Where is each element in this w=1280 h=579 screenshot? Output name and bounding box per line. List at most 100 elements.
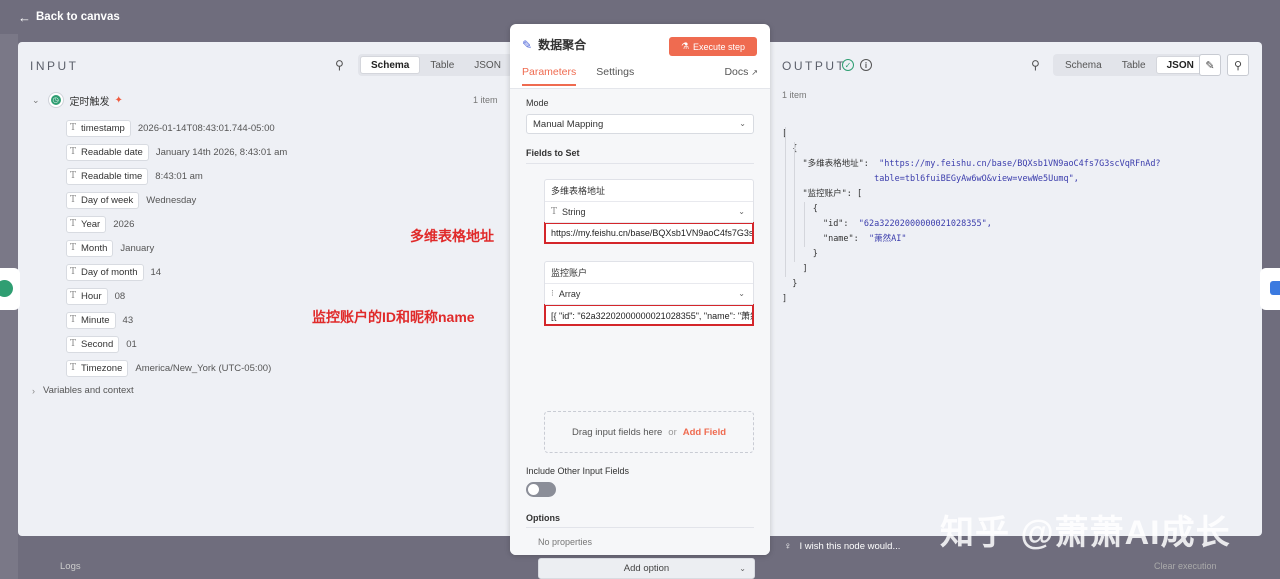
mode-value: Manual Mapping bbox=[533, 118, 604, 130]
field-1-type-select[interactable]: T String ⌄ bbox=[545, 202, 753, 223]
add-option-button[interactable]: Add option ⌄ bbox=[538, 558, 755, 579]
drop-fields-zone[interactable]: Drag input fields here or Add Field bbox=[544, 411, 754, 453]
pin-data-button[interactable]: ⚲ bbox=[1227, 54, 1249, 76]
json-value-id: "62a32202000000021028355", bbox=[858, 219, 992, 229]
mode-select[interactable]: Manual Mapping ⌄ bbox=[526, 114, 754, 134]
output-title: OUTPUT bbox=[782, 59, 847, 73]
json-value-table-url: "https://my.feishu.cn/base/BQXsb1VN9aoC4… bbox=[879, 159, 1161, 169]
mode-label: Mode bbox=[526, 98, 549, 108]
chevron-down-icon[interactable]: ⌄ bbox=[32, 95, 40, 106]
input-field-row[interactable]: T Second 01 bbox=[66, 332, 287, 356]
tab-table[interactable]: Table bbox=[420, 56, 464, 74]
node-title-text: 数据聚合 bbox=[538, 38, 587, 52]
field-key[interactable]: T Day of week bbox=[66, 191, 140, 209]
external-link-icon: ↗ bbox=[751, 68, 758, 77]
divider bbox=[526, 163, 754, 164]
field-key-label: Hour bbox=[81, 290, 102, 302]
info-icon[interactable]: i bbox=[860, 59, 872, 71]
string-type-icon: T bbox=[70, 171, 77, 181]
variables-label: Variables and context bbox=[43, 385, 134, 396]
field-value: 2026-01-14T08:43:01.744-05:00 bbox=[137, 122, 275, 134]
execute-label: Execute step bbox=[693, 41, 746, 52]
left-node-connector[interactable] bbox=[0, 268, 20, 310]
search-icon[interactable]: ⚲ bbox=[1031, 58, 1040, 72]
trigger-node-row[interactable]: ⌄ ◷ 定时触发 ✦ bbox=[32, 92, 123, 108]
pencil-icon: ✎ bbox=[522, 37, 533, 52]
input-field-row[interactable]: T Hour 08 bbox=[66, 284, 287, 308]
field-2-name[interactable]: 监控账户 bbox=[545, 262, 753, 284]
field-key[interactable]: T Readable time bbox=[66, 167, 149, 185]
json-brace: } bbox=[812, 249, 818, 259]
search-icon[interactable]: ⚲ bbox=[335, 58, 344, 72]
divider bbox=[526, 527, 754, 528]
string-type-icon: T bbox=[70, 219, 77, 229]
variables-and-context[interactable]: › Variables and context bbox=[32, 385, 134, 396]
tab-json[interactable]: JSON bbox=[464, 56, 511, 74]
string-type-icon: T bbox=[551, 207, 558, 217]
input-field-row[interactable]: T Minute 43 bbox=[66, 308, 287, 332]
input-field-row[interactable]: T Day of month 14 bbox=[66, 260, 287, 284]
docs-link[interactable]: Docs ↗ bbox=[724, 66, 758, 78]
field-key[interactable]: T Hour bbox=[66, 287, 108, 305]
clock-icon bbox=[0, 280, 13, 297]
field-key[interactable]: T Minute bbox=[66, 311, 116, 329]
clear-execution-button[interactable]: Clear execution bbox=[1154, 561, 1217, 571]
docs-label: Docs bbox=[724, 66, 749, 78]
bolt-icon: ✦ bbox=[114, 94, 123, 106]
field-key-label: timestamp bbox=[81, 122, 125, 134]
wish-text: I wish this node would... bbox=[799, 541, 901, 552]
string-type-icon: T bbox=[70, 315, 77, 325]
input-field-row[interactable]: T Timezone America/New_York (UTC-05:00) bbox=[66, 356, 287, 380]
execute-step-button[interactable]: ⚗ Execute step bbox=[669, 37, 757, 56]
watermark: 知乎 @萧萧AI成长 bbox=[940, 514, 1231, 552]
chevron-down-icon: ⌄ bbox=[738, 207, 745, 216]
node-settings-modal: ✎ 数据聚合 ⚗ Execute step Parameters Setting… bbox=[510, 24, 770, 579]
array-type-icon: ⁝ bbox=[551, 289, 554, 299]
parameters-body: Mode Manual Mapping ⌄ Fields to Set 多维表格… bbox=[510, 89, 770, 579]
field-key-label: Day of week bbox=[81, 194, 134, 206]
annotation-table-url: 多维表格地址 bbox=[410, 228, 494, 244]
field-key[interactable]: Ttimestamp bbox=[66, 119, 131, 137]
flask-icon: ⚗ bbox=[680, 41, 690, 51]
input-field-row[interactable]: T Readable date January 14th 2026, 8:43:01… bbox=[66, 140, 287, 164]
field-key[interactable]: T Day of month bbox=[66, 263, 144, 281]
node-title[interactable]: ✎ 数据聚合 bbox=[522, 36, 586, 53]
logs-label[interactable]: Logs bbox=[60, 561, 81, 572]
field-key[interactable]: T Month bbox=[66, 239, 114, 257]
field-key-label: Year bbox=[81, 218, 101, 230]
feedback-link[interactable]: ♀ I wish this node would... bbox=[784, 541, 900, 552]
field-key[interactable]: T Second bbox=[66, 335, 120, 353]
field-1-name[interactable]: 多维表格地址 bbox=[545, 180, 753, 202]
tab-schema[interactable]: Schema bbox=[1055, 56, 1112, 74]
tab-table[interactable]: Table bbox=[1112, 56, 1156, 74]
field-key-label: Readable date bbox=[81, 146, 143, 158]
right-node-connector[interactable] bbox=[1260, 268, 1280, 310]
field-2-type-select[interactable]: ⁝ Array ⌄ bbox=[545, 284, 753, 305]
add-field-button[interactable]: Add Field bbox=[683, 427, 726, 438]
input-field-row[interactable]: T Day of week Wednesday bbox=[66, 188, 287, 212]
tab-schema[interactable]: Schema bbox=[360, 56, 421, 74]
field-2-value-input[interactable]: [{ "id": "62a32202000000021028355", "nam… bbox=[544, 304, 754, 326]
output-view-tabs: Schema Table JSON bbox=[1053, 54, 1207, 76]
input-field-row[interactable]: T Readable time 8:43:01 am bbox=[66, 164, 287, 188]
string-type-icon: T bbox=[70, 339, 77, 349]
field-1-type: String bbox=[562, 207, 586, 217]
edit-output-button[interactable]: ✎ bbox=[1199, 54, 1221, 76]
tab-parameters[interactable]: Parameters bbox=[522, 66, 577, 86]
input-view-tabs: Schema Table JSON bbox=[358, 54, 513, 76]
tab-json[interactable]: JSON bbox=[1155, 56, 1205, 74]
input-field-row[interactable]: T Month January bbox=[66, 236, 287, 260]
json-key-name: "name": bbox=[822, 234, 859, 244]
pencil-icon: ✎ bbox=[1205, 59, 1215, 72]
string-type-icon: T bbox=[70, 195, 77, 205]
input-field-row[interactable]: Ttimestamp 2026-01-14T08:43:01.744-05:00 bbox=[66, 116, 287, 140]
input-field-row[interactable]: T Year 2026 bbox=[66, 212, 287, 236]
annotation-account-id-name: 监控账户的ID和昵称name bbox=[312, 309, 475, 325]
field-key[interactable]: T Year bbox=[66, 215, 107, 233]
field-1-value-input[interactable]: https://my.feishu.cn/base/BQXsb1VN9aoC4f… bbox=[544, 222, 754, 244]
include-other-fields-toggle[interactable] bbox=[526, 482, 556, 497]
output-json-view: [ { "多维表格地址": "https://my.feishu.cn/base… bbox=[782, 112, 1161, 307]
tab-settings[interactable]: Settings bbox=[596, 66, 634, 88]
field-key[interactable]: T Timezone bbox=[66, 359, 129, 377]
field-key[interactable]: T Readable date bbox=[66, 143, 149, 161]
